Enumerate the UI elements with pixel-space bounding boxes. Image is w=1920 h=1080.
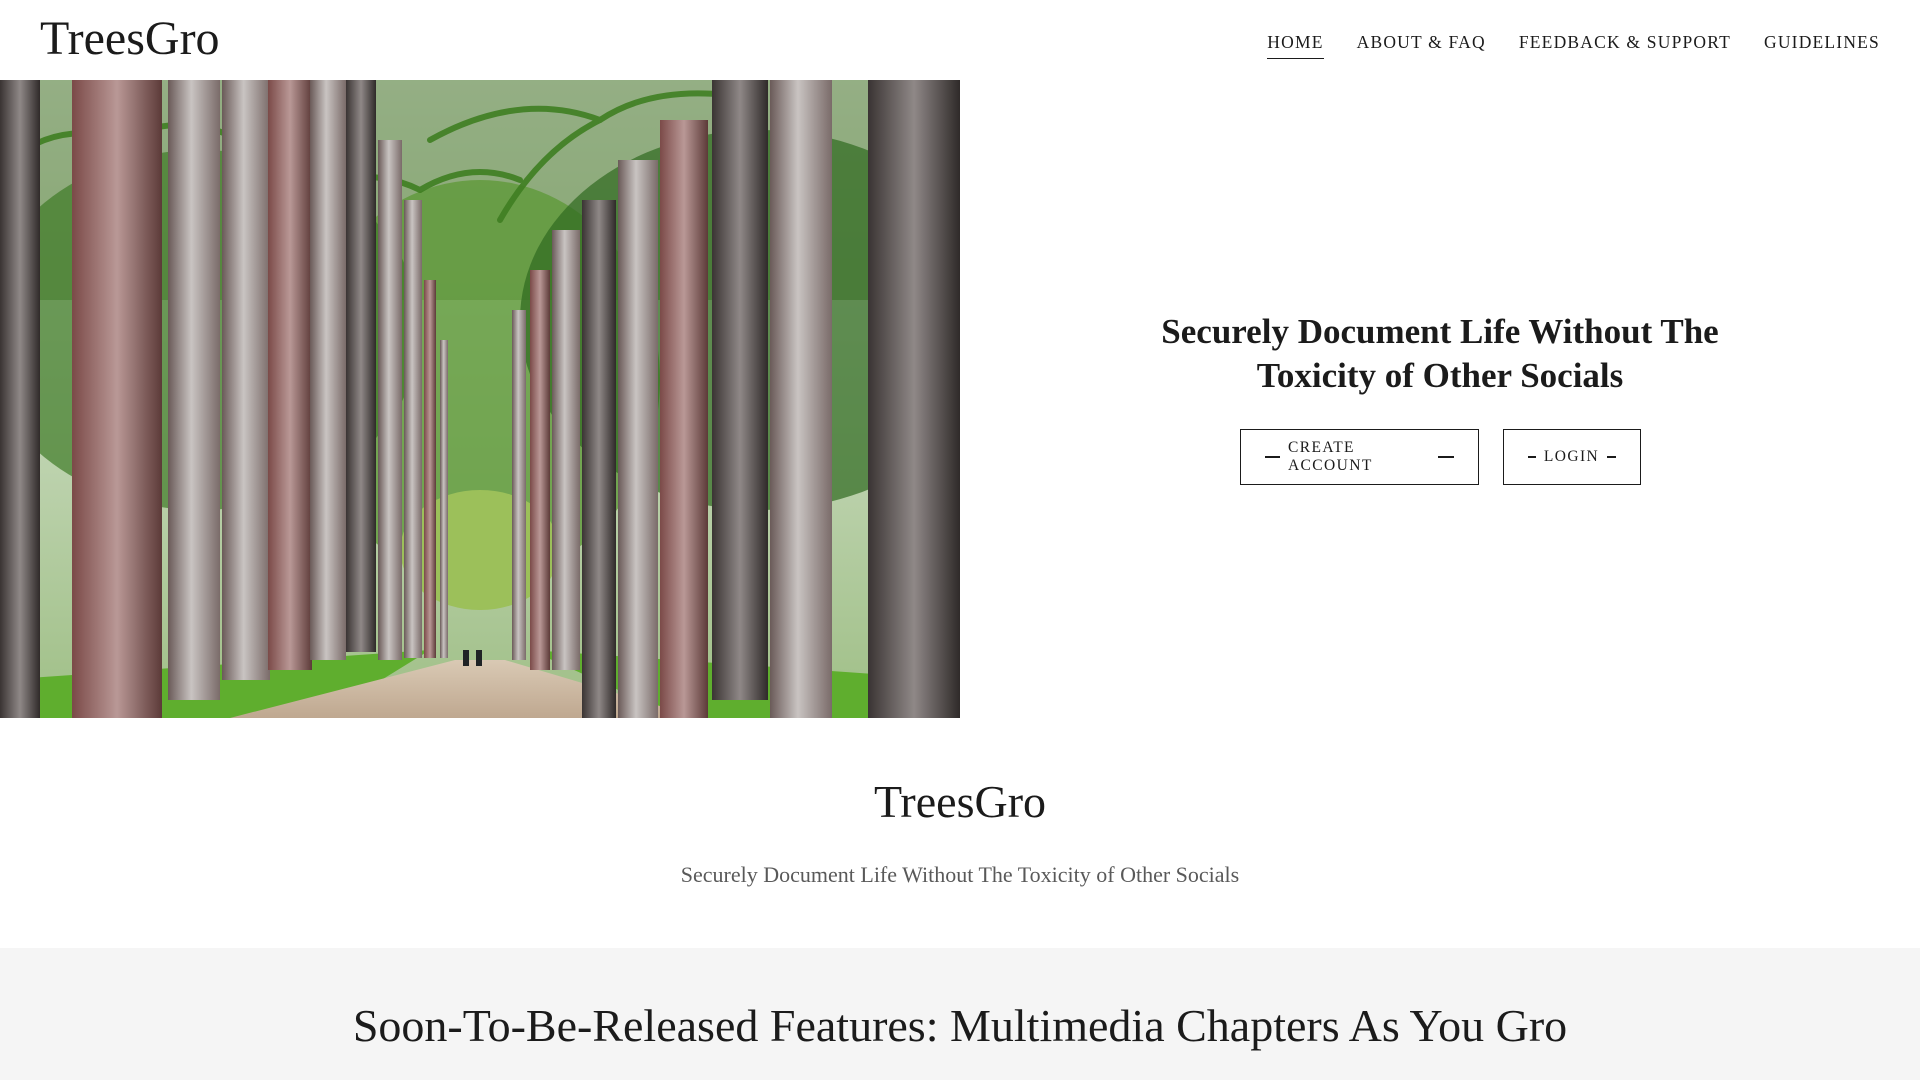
hero-title: Securely Document Life Without The Toxic… bbox=[1161, 312, 1719, 395]
site-header: TreesGro HOME ABOUT & FAQ FEEDBACK & SUP… bbox=[0, 0, 1920, 80]
create-account-button[interactable]: CREATE ACCOUNT bbox=[1239, 429, 1479, 485]
login-label: LOGIN bbox=[1543, 448, 1600, 465]
nav-about-faq[interactable]: ABOUT & FAQ bbox=[1357, 28, 1486, 59]
features-title: Soon-To-Be-Released Features: Multimedia… bbox=[352, 1000, 1568, 1051]
login-button[interactable]: LOGIN bbox=[1502, 429, 1641, 485]
nav-feedback-support[interactable]: FEEDBACK & SUPPORT bbox=[1519, 28, 1731, 59]
dash-decoration bbox=[1607, 456, 1616, 458]
section-site-name: TreesGro bbox=[873, 776, 1047, 827]
hero-image bbox=[0, 80, 960, 718]
nav-home[interactable]: HOME bbox=[1267, 28, 1324, 59]
site-intro-section: TreesGro Securely Document Life Without … bbox=[0, 718, 1920, 948]
site-logo[interactable]: TreesGro bbox=[40, 10, 220, 68]
main-nav: HOME ABOUT & FAQ FEEDBACK & SUPPORT GUID… bbox=[1267, 28, 1880, 59]
dash-decoration bbox=[1527, 456, 1536, 458]
section-tagline: Securely Document Life Without The Toxic… bbox=[680, 862, 1240, 887]
dash-decoration bbox=[1438, 456, 1454, 458]
hero-buttons: CREATE ACCOUNT LOGIN bbox=[960, 429, 1920, 485]
create-account-label: CREATE ACCOUNT bbox=[1287, 439, 1373, 474]
dash-decoration bbox=[1264, 456, 1280, 458]
features-section: Soon-To-Be-Released Features: Multimedia… bbox=[0, 948, 1920, 1080]
hero-content: Securely Document Life Without The Toxic… bbox=[960, 80, 1920, 718]
nav-guidelines[interactable]: GUIDELINES bbox=[1764, 28, 1880, 59]
